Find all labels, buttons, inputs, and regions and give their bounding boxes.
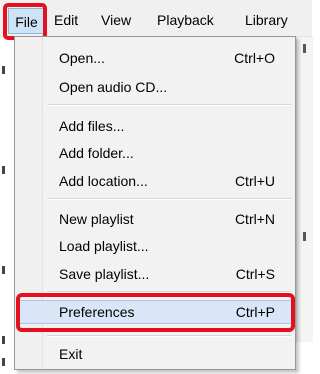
menu-item-label: Load playlist...: [59, 238, 149, 254]
background-mark: [2, 266, 5, 274]
menu-item-label: Add folder...: [59, 145, 134, 161]
menu-item-add-location[interactable]: Add location... Ctrl+U: [17, 169, 293, 193]
menu-item-preferences[interactable]: Preferences Ctrl+P: [17, 300, 293, 324]
menu-item-label: Preferences: [59, 304, 135, 320]
menu-item-shortcut: Ctrl+U: [234, 173, 275, 189]
background-mark: [2, 66, 5, 74]
menu-separator: [47, 198, 291, 200]
menu-edit[interactable]: Edit: [54, 9, 78, 31]
menu-separator: [47, 104, 291, 106]
menu-item-shortcut: Ctrl+S: [235, 266, 275, 282]
background-mark: [2, 166, 5, 174]
menu-item-label: Exit: [59, 346, 83, 362]
menu-item-new-playlist[interactable]: New playlist Ctrl+N: [17, 207, 293, 231]
background-left-edge: [0, 36, 8, 374]
menu-item-save-playlist[interactable]: Save playlist... Ctrl+S: [17, 262, 293, 286]
menu-item-shortcut: Ctrl+O: [234, 50, 275, 66]
menu-item-label: Open...: [59, 50, 105, 66]
menu-item-add-files[interactable]: Add files...: [17, 114, 293, 138]
menu-separator: [47, 335, 291, 337]
menu-item-label: Open audio CD...: [59, 79, 168, 95]
menu-file[interactable]: File: [8, 8, 45, 34]
menu-separator: [47, 291, 291, 293]
menu-item-label: Save playlist...: [59, 266, 150, 282]
menu-item-label: Add location...: [59, 173, 148, 189]
menu-item-label: New playlist: [59, 211, 134, 227]
menu-item-shortcut: Ctrl+P: [235, 304, 275, 320]
menu-item-add-folder[interactable]: Add folder...: [17, 141, 293, 165]
menu-view[interactable]: View: [101, 9, 131, 31]
menu-item-load-playlist[interactable]: Load playlist...: [17, 234, 293, 258]
menu-item-open-audio-cd[interactable]: Open audio CD...: [17, 75, 293, 99]
menu-playback[interactable]: Playback: [157, 9, 214, 31]
background-mark: [303, 44, 306, 53]
menu-bar: File Edit View Playback Library: [0, 0, 312, 37]
background-mark: [2, 336, 5, 344]
background-mark: [2, 358, 5, 366]
file-dropdown-menu: Open... Ctrl+O Open audio CD... Add file…: [14, 36, 296, 370]
menu-item-label: Add files...: [59, 118, 125, 134]
menu-item-exit[interactable]: Exit: [17, 342, 293, 366]
background-right-edge: [296, 36, 313, 342]
menu-item-shortcut: Ctrl+N: [234, 211, 275, 227]
menu-library[interactable]: Library: [245, 9, 288, 31]
menu-item-open[interactable]: Open... Ctrl+O: [17, 46, 293, 70]
background-mark: [303, 232, 306, 241]
